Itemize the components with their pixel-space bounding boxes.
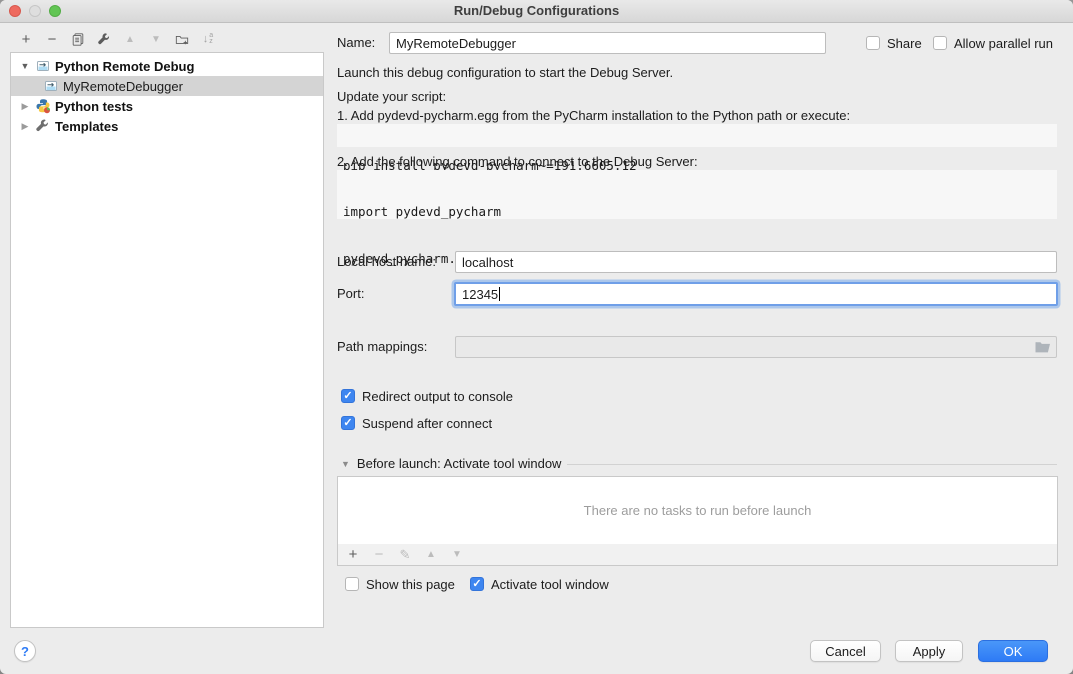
tree-item-label: Templates: [55, 119, 118, 134]
redirect-output-option: ✓ Redirect output to console: [341, 388, 513, 404]
move-down-button: ▼: [149, 31, 163, 47]
empty-tasks-text: There are no tasks to run before launch: [584, 503, 812, 518]
tree-item-python-tests[interactable]: ▶ Python tests: [11, 96, 323, 116]
tree-item-templates[interactable]: ▶ Templates: [11, 116, 323, 136]
tree-item-python-remote-debug[interactable]: ▼ Python Remote Debug: [11, 56, 323, 76]
edit-defaults-button[interactable]: [97, 31, 111, 47]
intro-text: Launch this debug configuration to start…: [337, 65, 673, 81]
pip-install-code: pip install pydevd-pycharm~=191.6605.12: [337, 124, 1057, 147]
ok-button[interactable]: OK: [978, 640, 1048, 662]
window-title: Run/Debug Configurations: [0, 0, 1073, 22]
copy-icon: [71, 32, 85, 47]
move-task-down-button: ▼: [450, 548, 464, 562]
before-launch-title: Before launch: Activate tool window: [357, 456, 562, 471]
python-tests-icon: [35, 98, 51, 114]
redirect-output-label: Redirect output to console: [362, 389, 513, 404]
add-folder-icon: [175, 32, 189, 47]
update-script-text: Update your script:: [337, 89, 446, 105]
move-up-button: ▲: [123, 31, 137, 47]
text-caret: [499, 287, 500, 301]
sort-az-icon: ↓ az: [203, 33, 213, 45]
show-this-page-label: Show this page: [366, 577, 455, 592]
configurations-tree: ▼ Python Remote Debug MyRemoteDebugger: [10, 52, 324, 628]
path-mappings-label: Path mappings:: [337, 336, 427, 358]
share-label: Share: [887, 36, 922, 51]
remote-debug-config-icon: [43, 78, 59, 94]
section-expanded-arrow-icon[interactable]: ▼: [341, 459, 350, 469]
name-input[interactable]: [389, 32, 826, 54]
share-checkbox[interactable]: [866, 36, 880, 50]
remove-task-button: −: [372, 548, 386, 562]
step1-text: 1. Add pydevd-pycharm.egg from the PyCha…: [337, 108, 850, 124]
tree-item-label: Python Remote Debug: [55, 59, 194, 74]
move-task-up-button: ▲: [424, 548, 438, 562]
wrench-icon: [97, 32, 111, 46]
show-this-page-checkbox[interactable]: [345, 577, 359, 591]
tree-item-label: MyRemoteDebugger: [63, 79, 183, 94]
remote-debug-config-icon: [35, 58, 51, 74]
port-input[interactable]: 12345: [454, 282, 1058, 306]
name-label: Name:: [337, 32, 375, 54]
before-launch-header[interactable]: ▼ Before launch: Activate tool window: [341, 456, 561, 471]
templates-wrench-icon: [35, 118, 51, 134]
titlebar: Run/Debug Configurations: [0, 0, 1073, 23]
settrace-code: import pydevd_pycharm pydevd_pycharm.set…: [337, 170, 1057, 219]
allow-parallel-option: Allow parallel run: [933, 35, 1053, 51]
run-debug-configurations-dialog: Run/Debug Configurations + − ▲ ▼: [0, 0, 1073, 674]
allow-parallel-run-label: Allow parallel run: [954, 36, 1053, 51]
suspend-after-connect-label: Suspend after connect: [362, 416, 492, 431]
collapsed-arrow-icon[interactable]: ▶: [19, 101, 31, 112]
activate-tool-window-label: Activate tool window: [491, 577, 609, 592]
share-option: Share: [866, 35, 922, 51]
redirect-output-checkbox[interactable]: ✓: [341, 389, 355, 403]
help-button[interactable]: ?: [14, 640, 36, 662]
local-host-name-label: Local host name:: [337, 251, 436, 273]
suspend-after-connect-option: ✓ Suspend after connect: [341, 415, 492, 431]
activate-tool-window-checkbox[interactable]: ✓: [470, 577, 484, 591]
add-configuration-button[interactable]: +: [19, 31, 33, 47]
tree-item-label: Python tests: [55, 99, 133, 114]
expanded-arrow-icon[interactable]: ▼: [19, 61, 31, 71]
show-this-page-option: Show this page: [345, 576, 455, 592]
configurations-toolbar: + − ▲ ▼ ↓ az: [19, 31, 215, 47]
path-mappings-input[interactable]: [455, 336, 1057, 358]
activate-tool-window-option: ✓ Activate tool window: [470, 576, 609, 592]
remove-configuration-button[interactable]: −: [45, 31, 59, 47]
port-value: 12345: [462, 287, 498, 302]
create-folder-button[interactable]: [175, 31, 189, 47]
add-task-button[interactable]: +: [346, 548, 360, 562]
before-launch-task-list[interactable]: There are no tasks to run before launch: [337, 476, 1058, 545]
cancel-button[interactable]: Cancel: [810, 640, 881, 662]
collapsed-arrow-icon[interactable]: ▶: [19, 121, 31, 132]
tree-item-myremotedebugger[interactable]: MyRemoteDebugger: [11, 76, 323, 96]
sort-configurations-button: ↓ az: [201, 31, 215, 47]
browse-folder-icon[interactable]: [1035, 340, 1051, 357]
question-mark-icon: ?: [21, 644, 29, 659]
allow-parallel-run-checkbox[interactable]: [933, 36, 947, 50]
port-label: Port:: [337, 283, 364, 305]
tasks-toolbar: + − ✎ ▲ ▼: [337, 544, 1058, 566]
suspend-after-connect-checkbox[interactable]: ✓: [341, 416, 355, 430]
step2-text: 2. Add the following command to connect …: [337, 154, 698, 170]
copy-configuration-button[interactable]: [71, 31, 85, 47]
section-divider: [567, 464, 1057, 465]
local-host-name-input[interactable]: [455, 251, 1057, 273]
apply-button[interactable]: Apply: [895, 640, 963, 662]
edit-task-pencil-icon: ✎: [398, 548, 412, 562]
